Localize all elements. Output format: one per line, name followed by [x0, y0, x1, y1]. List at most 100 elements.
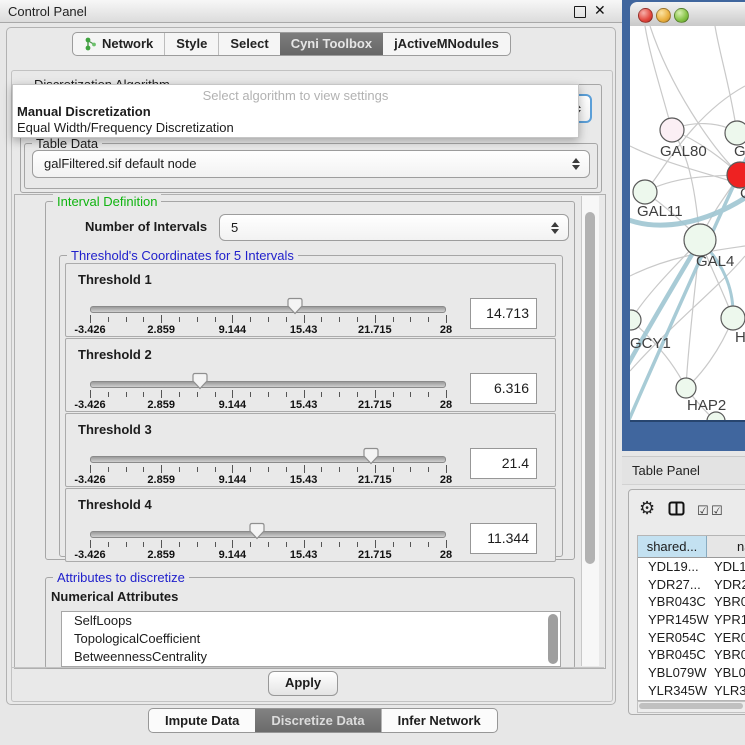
tab-network[interactable]: Network: [73, 33, 164, 55]
node-gal11[interactable]: [633, 180, 657, 204]
node-label-gal4: GAL4: [696, 253, 734, 270]
node-gal4[interactable]: [684, 224, 716, 256]
node-ga[interactable]: [725, 121, 745, 145]
float-window-icon[interactable]: [574, 6, 586, 18]
zoom-traffic-light-icon[interactable]: [674, 8, 689, 23]
tab-cyni-toolbox[interactable]: Cyni Toolbox: [280, 33, 383, 55]
slider-track[interactable]: [90, 531, 446, 538]
cell-name: YPR1: [714, 611, 745, 629]
cell-shared-name: YDL19...: [648, 558, 699, 576]
slider-handle[interactable]: [363, 447, 379, 465]
cell-name: YLR3: [714, 682, 745, 700]
attributes-group-title: Attributes to discretize: [53, 570, 189, 585]
slider-tick-labels: -3.4262.8599.14415.4321.71528: [90, 324, 446, 337]
table-row[interactable]: YLR345W YLR3: [638, 682, 745, 700]
table-horizontal-scrollbar[interactable]: [637, 701, 745, 713]
algorithm-option[interactable]: Manual Discretization: [17, 104, 151, 119]
table-row[interactable]: YBR043C YBR0: [638, 593, 745, 611]
apply-button[interactable]: Apply: [268, 671, 338, 696]
checkbox-icon[interactable]: ☑: [711, 503, 723, 519]
table-data-value: galFiltered.sif default node: [44, 156, 196, 171]
slider-handle[interactable]: [287, 297, 303, 315]
number-of-intervals-spinner[interactable]: 5: [219, 214, 569, 241]
threshold-slider[interactable]: -3.4262.8599.14415.4321.71528: [90, 515, 446, 561]
tab-discretize-data[interactable]: Discretize Data: [255, 709, 380, 732]
slider-tick-labels: -3.4262.8599.14415.4321.71528: [90, 549, 446, 562]
node-label-gal11: GAL11: [637, 203, 683, 220]
tab-select[interactable]: Select: [218, 33, 279, 55]
gear-icon[interactable]: ⚙: [639, 498, 655, 519]
split-pane-icon[interactable]: [668, 501, 685, 516]
table-row[interactable]: YDR27... YDR2: [638, 576, 745, 594]
table-row[interactable]: YIL05... YIL0: [638, 700, 745, 701]
table-row[interactable]: YPR145W YPR1: [638, 611, 745, 629]
threshold-value-box[interactable]: 14.713: [470, 298, 537, 329]
threshold-slider[interactable]: -3.4262.8599.14415.4321.71528: [90, 365, 446, 411]
attributes-list-scrollbar[interactable]: [548, 614, 558, 664]
scrollbar-thumb[interactable]: [639, 703, 743, 709]
threshold-label: Threshold 1: [78, 272, 152, 287]
slider-track[interactable]: [90, 381, 446, 388]
numerical-attributes-list[interactable]: SelfLoopsTopologicalCoefficientBetweenne…: [61, 611, 561, 667]
threshold-value-box[interactable]: 11.344: [470, 523, 537, 554]
column-header-name[interactable]: na: [707, 536, 745, 558]
slider-ticks: [90, 465, 446, 474]
number-of-intervals-value: 5: [231, 220, 238, 235]
minimize-traffic-light-icon[interactable]: [656, 8, 671, 23]
tab-infer-network[interactable]: Infer Network: [381, 709, 497, 732]
threshold-slider[interactable]: -3.4262.8599.14415.4321.71528: [90, 440, 446, 486]
control-panel-titlebar: Control Panel: [0, 0, 622, 23]
algorithm-option[interactable]: Equal Width/Frequency Discretization: [17, 120, 234, 135]
cell-name: YBR0: [714, 593, 745, 611]
close-icon[interactable]: ✕: [594, 2, 606, 19]
table-row[interactable]: YER054C YER0: [638, 629, 745, 647]
network-canvas[interactable]: GAL80 GA C GAL11 GAL4 GCY1 H HAP2: [630, 26, 745, 420]
combo-arrows-icon: [572, 158, 580, 170]
attribute-list-item[interactable]: TopologicalCoefficient: [62, 630, 560, 648]
dropdown-hint: Select algorithm to view settings: [13, 88, 578, 103]
control-panel-tabs: Network Style Select Cyni Toolbox jActiv…: [72, 32, 511, 56]
attribute-list-item[interactable]: BetweennessCentrality: [62, 648, 560, 666]
table-panel-title: Table Panel: [632, 463, 700, 478]
table-data-title: Table Data: [32, 136, 102, 151]
cell-shared-name: YPR145W: [648, 611, 709, 629]
checkbox-icon[interactable]: ☑: [697, 503, 709, 519]
spinner-arrows-icon: [551, 222, 559, 234]
settings-scroll-panel: Interval Definition Number of Intervals …: [14, 194, 606, 669]
attribute-list-item[interactable]: SelfLoops: [62, 612, 560, 630]
scrollbar-thumb[interactable]: [585, 212, 595, 564]
threshold-panel: Threshold 3 -3.4262.8599.14415.4321.7152…: [65, 413, 556, 487]
threshold-panel: Threshold 4 -3.4262.8599.14415.4321.7152…: [65, 488, 556, 562]
table-data-combobox[interactable]: galFiltered.sif default node: [32, 150, 590, 178]
threshold-slider[interactable]: -3.4262.8599.14415.4321.71528: [90, 290, 446, 336]
control-panel-title: Control Panel: [8, 4, 87, 19]
cell-name: YER0: [714, 629, 745, 647]
node-hap2[interactable]: [676, 378, 696, 398]
slider-handle[interactable]: [249, 522, 265, 540]
close-traffic-light-icon[interactable]: [638, 8, 653, 23]
table-row[interactable]: YDL19... YDL1: [638, 558, 745, 576]
tab-impute-data[interactable]: Impute Data: [149, 709, 255, 732]
node-label-c: C: [740, 185, 745, 202]
node-pink[interactable]: [660, 118, 684, 142]
apply-area-divider: [12, 667, 604, 668]
node-label-gal80: GAL80: [660, 143, 707, 160]
column-header-shared[interactable]: shared...: [638, 536, 707, 558]
algorithm-dropdown-popup: Select algorithm to view settings Manual…: [12, 84, 579, 138]
slider-track[interactable]: [90, 306, 446, 313]
slider-track[interactable]: [90, 456, 446, 463]
network-window-titlebar: [630, 2, 745, 27]
settings-vertical-scrollbar[interactable]: [581, 196, 599, 666]
thresholds-group-title: Threshold's Coordinates for 5 Intervals: [67, 248, 298, 263]
tab-style[interactable]: Style: [164, 33, 218, 55]
tab-jactivemnodules[interactable]: jActiveMNodules: [383, 33, 510, 55]
threshold-value-box[interactable]: 6.316: [470, 373, 537, 404]
cell-shared-name: YER054C: [648, 629, 706, 647]
table-row[interactable]: YBR045C YBR0: [638, 646, 745, 664]
slider-handle[interactable]: [192, 372, 208, 390]
table-row[interactable]: YBL079W YBL0: [638, 664, 745, 682]
network-view-window: GAL80 GA C GAL11 GAL4 GCY1 H HAP2: [622, 0, 745, 451]
node-h[interactable]: [721, 306, 745, 330]
threshold-value-box[interactable]: 21.4: [470, 448, 537, 479]
cell-shared-name: YIL05...: [648, 700, 693, 701]
